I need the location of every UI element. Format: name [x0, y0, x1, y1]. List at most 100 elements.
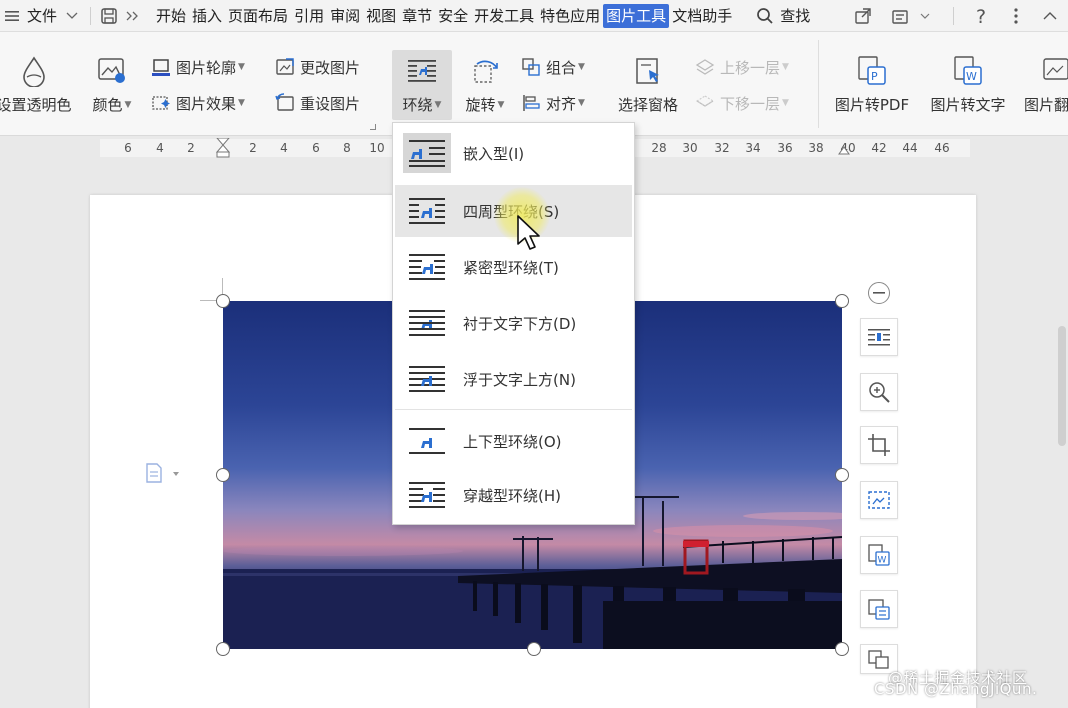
set-transparent-color-label: 设置透明色 [0, 96, 72, 114]
chevron-down-icon[interactable] [60, 4, 84, 28]
bring-forward-button[interactable]: 上移一层 ▼ [694, 56, 789, 78]
hamburger-menu-icon[interactable] [0, 4, 24, 28]
resize-handle-top-right[interactable] [835, 294, 849, 308]
effects-icon [150, 92, 172, 114]
selection-pane-button[interactable]: 选择窗格 [612, 54, 684, 115]
change-picture-label: 更改图片 [300, 58, 361, 77]
resize-handle-bottom-center[interactable] [527, 642, 541, 656]
tab-home[interactable]: 开始 [153, 4, 189, 28]
picture-outline-button[interactable]: 图片轮廓 ▼ [150, 56, 245, 78]
resize-handle-middle-left[interactable] [216, 468, 230, 482]
caret-down-icon: ▼ [578, 98, 585, 108]
more-options-icon[interactable] [1004, 4, 1028, 28]
square-wrap-icon [403, 191, 451, 231]
wrap-option-inline[interactable]: 嵌入型(I) [395, 127, 632, 179]
resize-handle-bottom-left[interactable] [216, 642, 230, 656]
search-button[interactable]: 查找 [777, 4, 813, 28]
color-button[interactable]: 颜色 ▼ [88, 54, 136, 115]
picture-to-word-button[interactable]: W [860, 536, 898, 574]
resize-handle-top-left[interactable] [216, 294, 230, 308]
rotate-button[interactable]: 旋转 ▼ [460, 54, 510, 115]
ruler-number: 2 [187, 141, 195, 155]
wrap-option-label: 衬于文字下方(D) [463, 314, 577, 333]
help-icon[interactable]: ? [970, 4, 994, 28]
resize-handle-bottom-right[interactable] [835, 642, 849, 656]
tab-special-apps[interactable]: 特色应用 [537, 4, 603, 28]
ruler-number: 38 [808, 141, 824, 155]
wrap-option-through[interactable]: 穿越型环绕(H) [395, 469, 632, 521]
vertical-scrollbar[interactable] [1056, 136, 1068, 708]
ruler-number: 36 [777, 141, 793, 155]
tab-sections[interactable]: 章节 [399, 4, 435, 28]
top-bottom-wrap-icon [403, 421, 451, 461]
through-wrap-icon [403, 475, 451, 515]
search-icon[interactable] [753, 4, 777, 28]
bring-forward-icon [694, 56, 716, 78]
wrap-option-tight[interactable]: 紧密型环绕(T) [395, 241, 632, 293]
picture-to-pdf-button[interactable]: P 图片转PDF [828, 54, 916, 115]
tab-view[interactable]: 视图 [363, 4, 399, 28]
tab-page-layout[interactable]: 页面布局 [225, 4, 291, 28]
layout-options-icon [868, 329, 890, 346]
ruler-number: 28 [651, 141, 667, 155]
tight-wrap-icon [403, 247, 451, 287]
picture-translate-side-button[interactable] [860, 590, 898, 628]
picture-to-word-icon: W [868, 544, 890, 566]
group-button[interactable]: 组合 ▼ [520, 56, 585, 78]
ruler-number: 30 [682, 141, 698, 155]
picture-effects-label: 图片效果 [176, 94, 237, 113]
wrap-option-label: 穿越型环绕(H) [463, 486, 561, 505]
caret-down-icon: ▼ [782, 62, 789, 72]
tab-security[interactable]: 安全 [435, 4, 471, 28]
layout-options-button[interactable] [860, 318, 898, 356]
tab-review[interactable]: 审阅 [327, 4, 363, 28]
file-menu[interactable]: 文件 [24, 4, 60, 28]
behind-text-icon [403, 303, 451, 343]
caret-down-icon: ▼ [434, 99, 442, 110]
tab-doc-assistant[interactable]: 文档助手 [669, 4, 735, 28]
zoom-in-button[interactable] [860, 373, 898, 411]
reset-picture-icon [274, 92, 296, 114]
tab-developer[interactable]: 开发工具 [471, 4, 537, 28]
share-icon[interactable] [851, 4, 875, 28]
picture-effects-button[interactable]: 图片效果 ▼ [150, 92, 245, 114]
picture-frame-button[interactable] [860, 481, 898, 519]
wrap-option-in-front-of-text[interactable]: 浮于文字上方(N) [395, 353, 632, 405]
caret-down-icon: ▼ [238, 62, 245, 72]
tab-insert[interactable]: 插入 [189, 4, 225, 28]
collapse-toolbar-icon[interactable] [868, 282, 890, 304]
ruler-number: 34 [745, 141, 761, 155]
wrap-text-button[interactable]: 环绕 ▼ [393, 54, 451, 115]
resize-handle-middle-right[interactable] [835, 468, 849, 482]
send-backward-button[interactable]: 下移一层 ▼ [694, 92, 789, 114]
collapse-ribbon-icon[interactable] [1038, 4, 1062, 28]
scrollbar-thumb[interactable] [1058, 326, 1066, 446]
tab-references[interactable]: 引用 [291, 4, 327, 28]
picture-to-text-button[interactable]: W 图片转文字 [924, 54, 1012, 115]
caret-down-icon: ▼ [497, 99, 505, 110]
save-icon[interactable] [97, 4, 121, 28]
right-indent-marker-icon[interactable] [838, 139, 850, 158]
picture-translate-side-icon [868, 599, 890, 620]
wrap-option-top-bottom[interactable]: 上下型环绕(O) [395, 415, 632, 467]
separator [90, 6, 92, 25]
wrap-option-behind-text[interactable]: 衬于文字下方(D) [395, 297, 632, 349]
paragraph-layout-icon[interactable] [145, 462, 185, 490]
wrap-option-label: 浮于文字上方(N) [463, 370, 576, 389]
change-picture-button[interactable]: 更改图片 [274, 56, 360, 78]
settings-toolbox-icon[interactable] [889, 4, 913, 28]
align-icon [520, 92, 542, 114]
indent-marker-icon[interactable] [215, 137, 231, 161]
tab-picture-tools[interactable]: 图片工具 [603, 3, 670, 28]
group-launcher-icon[interactable] [370, 124, 376, 130]
caret-down-icon: ▼ [238, 98, 245, 108]
chevron-down-icon[interactable] [913, 4, 937, 28]
reset-picture-label: 重设图片 [300, 94, 361, 113]
picture-translate-button[interactable]: 图片翻 [1024, 54, 1068, 115]
more-quick-access-icon[interactable] [121, 4, 145, 28]
align-button[interactable]: 对齐 ▼ [520, 92, 585, 114]
set-transparent-color-button[interactable]: 设置透明色 [0, 54, 74, 115]
crop-button[interactable] [860, 426, 898, 464]
rotate-icon [468, 54, 502, 88]
reset-picture-button[interactable]: 重设图片 [274, 92, 360, 114]
